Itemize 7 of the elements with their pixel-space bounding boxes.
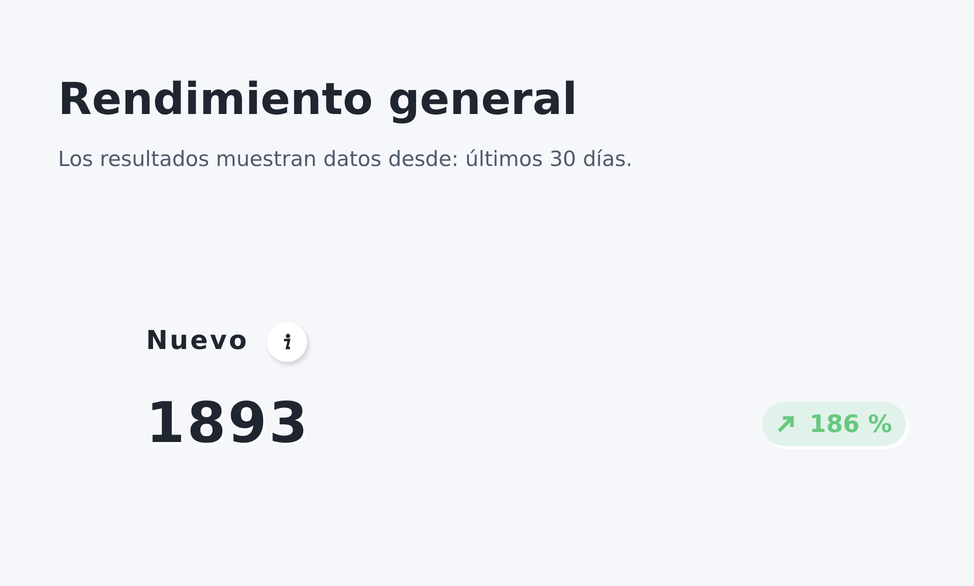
metric-value: 1893 [146,390,310,458]
arrow-up-right-icon [776,414,796,434]
metric-label: Nuevo [146,325,249,358]
change-badge: 186 % [762,402,906,446]
subtitle: Los resultados muestran datos desde: últimos 30 días. [58,146,632,173]
page-title: Rendimiento general [58,73,578,127]
info-icon[interactable] [266,322,307,362]
